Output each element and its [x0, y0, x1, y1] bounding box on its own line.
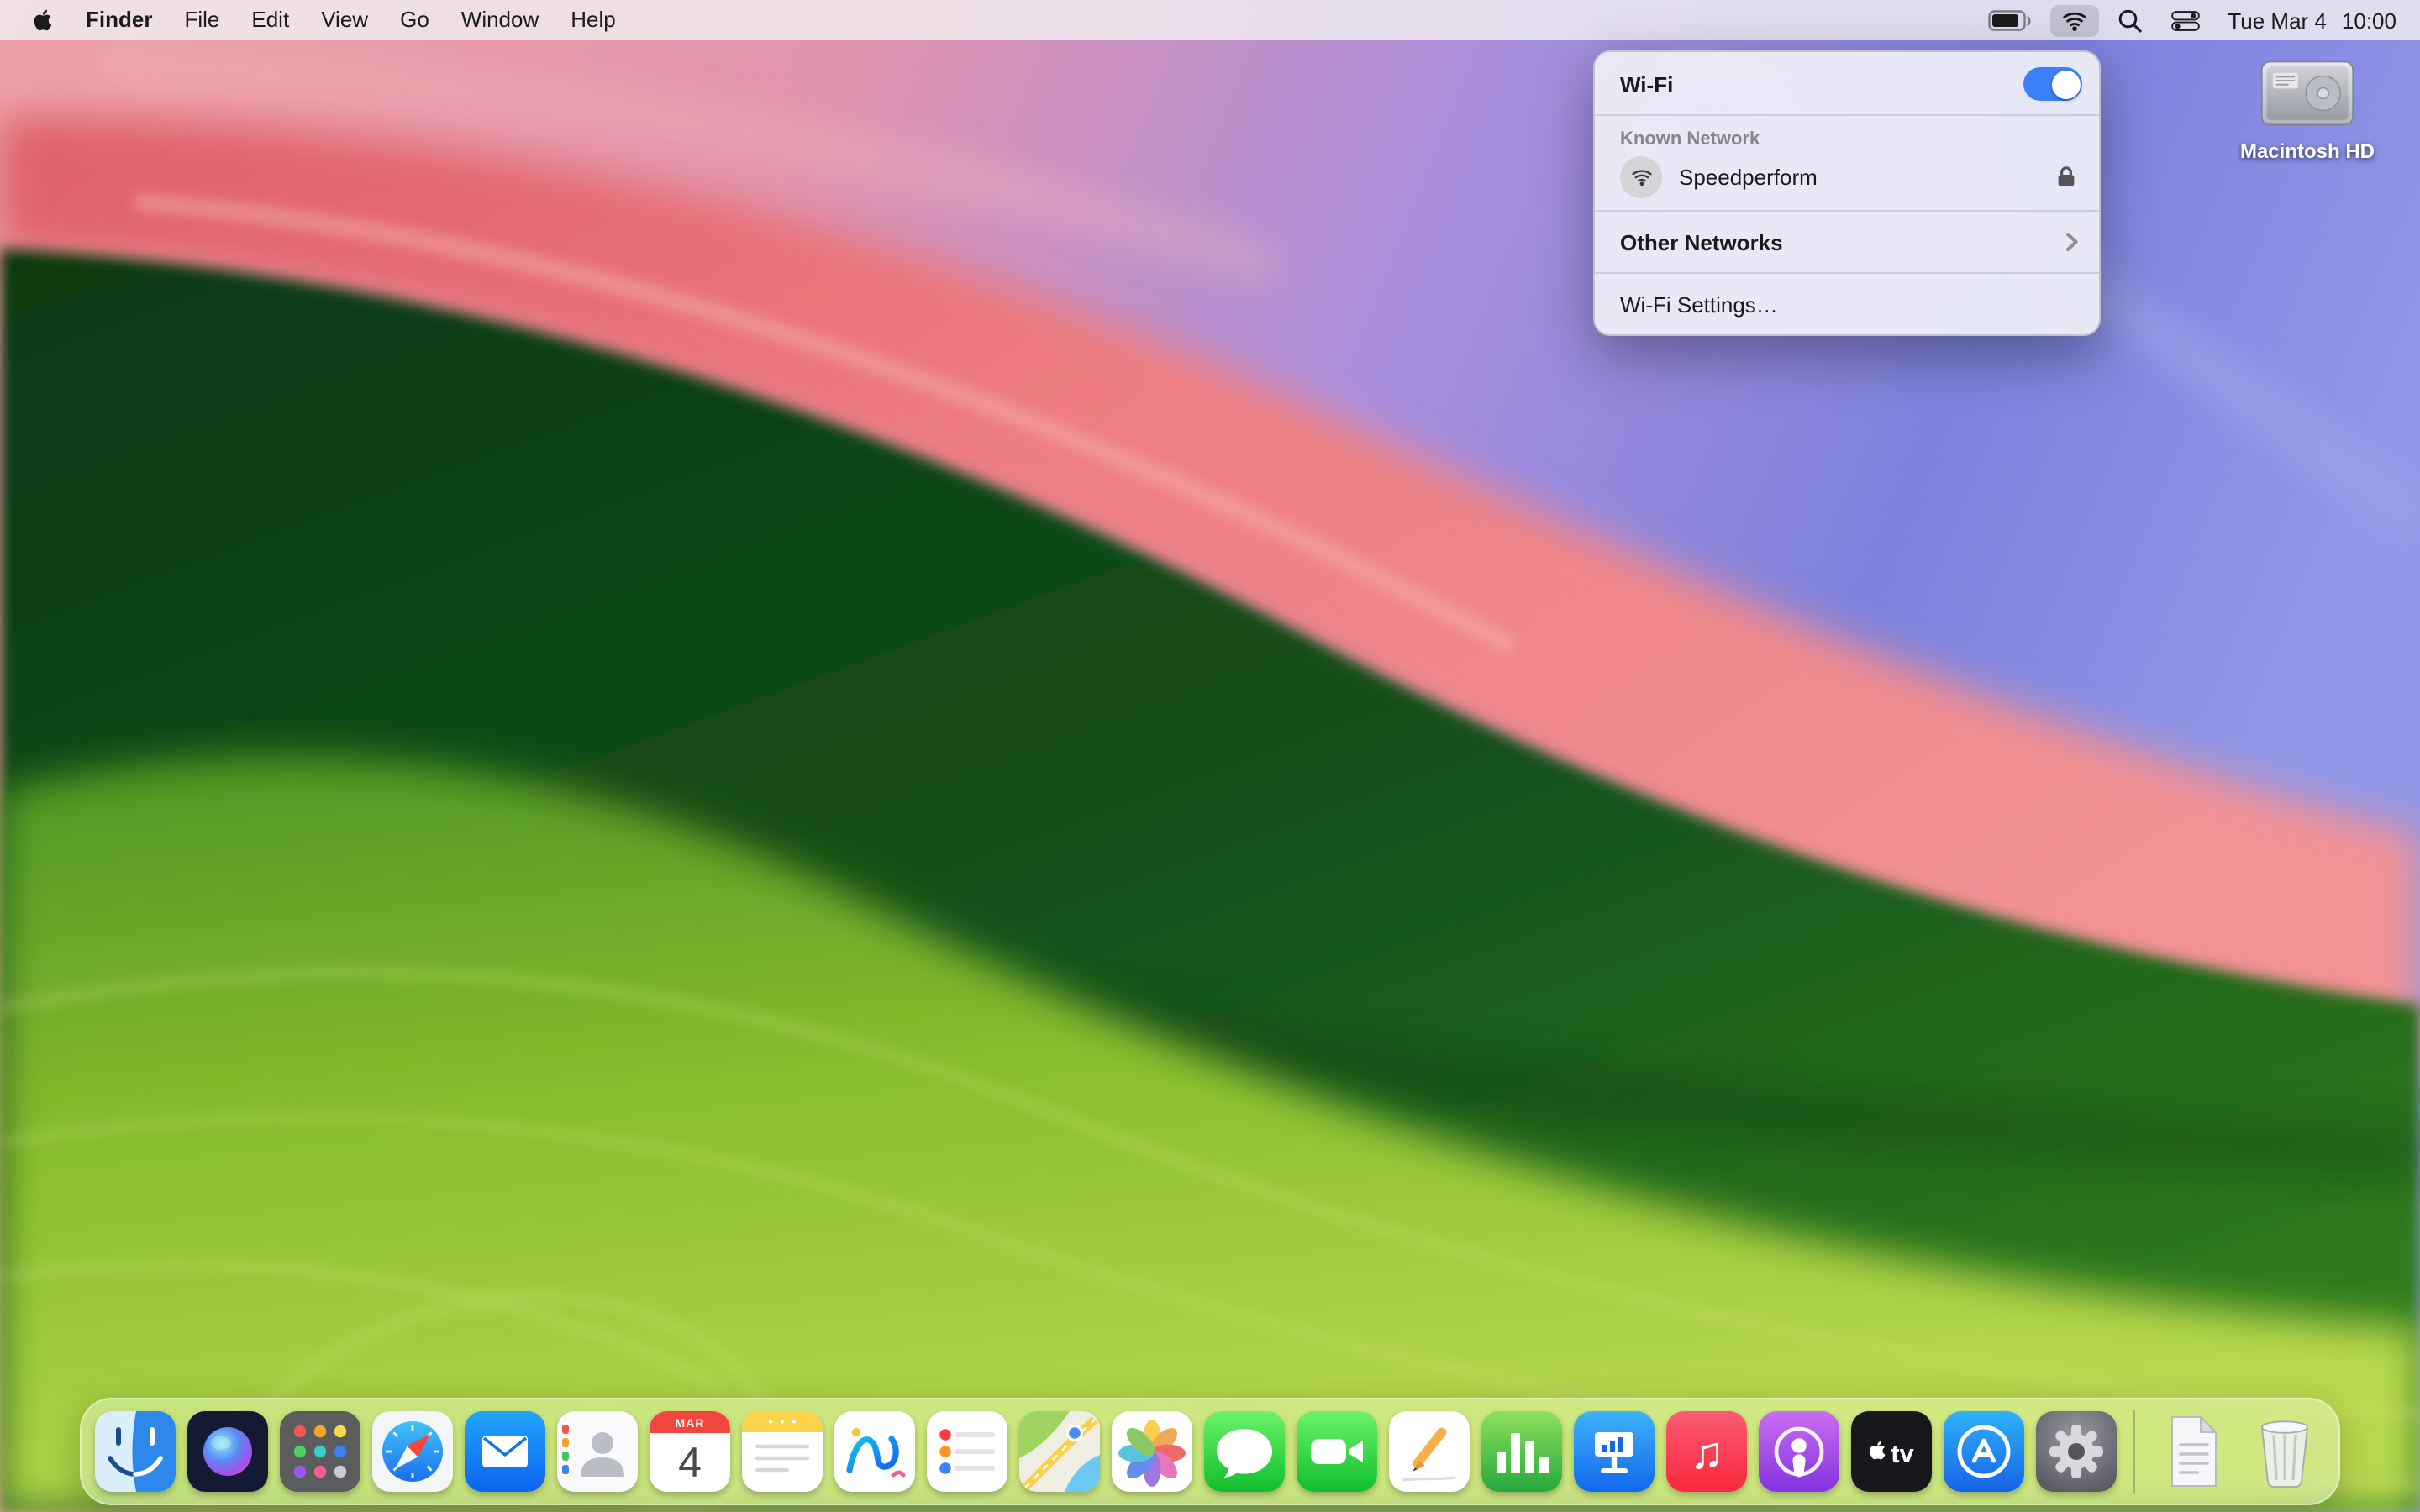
trash-icon — [2244, 1411, 2325, 1492]
launchpad-icon — [280, 1411, 360, 1492]
menu-item-go[interactable]: Go — [400, 0, 429, 40]
wifi-toggle-knob — [2051, 70, 2080, 98]
notes-icon — [742, 1411, 823, 1492]
menu-bar-clock[interactable]: Tue Mar 4 10:00 — [2217, 8, 2396, 33]
dock-item-facetime[interactable] — [1297, 1411, 1377, 1492]
wifi-popover: Wi-Fi Known Network Speedperform Other N… — [1593, 50, 2101, 336]
menu-item-finder[interactable]: Finder — [86, 0, 152, 40]
network-row-speedperform[interactable]: Speedperform — [1595, 153, 2099, 200]
app-store-icon — [1944, 1411, 2024, 1492]
dock-item-system-settings[interactable] — [2036, 1411, 2117, 1492]
dock-item-keynote[interactable] — [1574, 1411, 1655, 1492]
hard-drive-icon — [2260, 55, 2354, 131]
other-networks-row[interactable]: Other Networks — [1595, 222, 2099, 262]
dock-item-podcasts[interactable] — [1759, 1411, 1839, 1492]
desktop-icon-label: Macintosh HD — [2240, 139, 2375, 163]
dock-item-maps[interactable] — [1019, 1411, 1100, 1492]
known-network-header: Known Network — [1595, 126, 2099, 153]
photos-icon — [1112, 1411, 1192, 1492]
dock-item-messages[interactable] — [1204, 1411, 1285, 1492]
safari-icon — [372, 1411, 453, 1492]
contacts-icon — [557, 1411, 638, 1492]
separator — [1595, 210, 2099, 212]
lock-icon — [2057, 165, 2075, 188]
network-name: Speedperform — [1679, 164, 1818, 189]
dock-item-document[interactable] — [2152, 1411, 2233, 1492]
calendar-month: MAR — [676, 1416, 705, 1430]
dock-item-mail[interactable] — [465, 1411, 545, 1492]
menu-item-window[interactable]: Window — [461, 0, 539, 40]
freeform-icon — [834, 1411, 915, 1492]
document-icon — [2152, 1411, 2233, 1492]
dock-item-tv[interactable]: tv — [1851, 1411, 1932, 1492]
keynote-icon — [1574, 1411, 1655, 1492]
tv-label: tv — [1891, 1439, 1914, 1468]
menu-item-edit[interactable]: Edit — [251, 0, 289, 40]
menu-bar: Finder File Edit View Go Window Help — [0, 0, 2420, 40]
calendar-day: 4 — [678, 1439, 702, 1486]
dock-item-photos[interactable] — [1112, 1411, 1192, 1492]
dock-item-siri[interactable] — [187, 1411, 268, 1492]
dock-item-finder[interactable] — [95, 1411, 176, 1492]
wifi-settings-row[interactable]: Wi-Fi Settings… — [1595, 284, 2099, 324]
apple-logo-icon[interactable] — [30, 7, 54, 34]
dock-item-safari[interactable] — [372, 1411, 453, 1492]
music-icon: ♫ — [1666, 1411, 1747, 1492]
dock-item-notes[interactable] — [742, 1411, 823, 1492]
dock-item-launchpad[interactable] — [280, 1411, 360, 1492]
separator — [1595, 272, 2099, 274]
pages-icon — [1389, 1411, 1470, 1492]
dock-item-trash[interactable] — [2244, 1411, 2325, 1492]
maps-icon — [1019, 1411, 1100, 1492]
siri-icon — [187, 1411, 268, 1492]
calendar-icon: MAR 4 — [650, 1411, 730, 1492]
facetime-icon — [1297, 1411, 1377, 1492]
dock-item-freeform[interactable] — [834, 1411, 915, 1492]
control-center-icon[interactable] — [2160, 4, 2209, 36]
menu-item-file[interactable]: File — [184, 0, 219, 40]
clock-time: 10:00 — [2342, 8, 2396, 33]
finder-icon — [95, 1411, 176, 1492]
other-networks-label: Other Networks — [1620, 229, 1783, 255]
reminders-icon — [927, 1411, 1007, 1492]
dock-separator — [2133, 1410, 2135, 1494]
dock-item-contacts[interactable] — [557, 1411, 638, 1492]
search-icon[interactable] — [2107, 3, 2152, 38]
podcasts-icon — [1759, 1411, 1839, 1492]
mail-icon — [465, 1411, 545, 1492]
battery-icon[interactable] — [1977, 4, 2041, 36]
music-note-icon: ♫ — [1690, 1428, 1724, 1478]
dock-item-reminders[interactable] — [927, 1411, 1007, 1492]
wifi-icon[interactable] — [2049, 4, 2098, 36]
numbers-icon — [1481, 1411, 1562, 1492]
wifi-settings-label: Wi-Fi Settings… — [1620, 291, 1778, 317]
menu-item-help[interactable]: Help — [571, 0, 616, 40]
desktop-screen: Finder File Edit View Go Window Help — [0, 0, 2420, 1512]
tv-icon: tv — [1851, 1411, 1932, 1492]
clock-date: Tue Mar 4 — [2228, 8, 2327, 33]
dock-item-pages[interactable] — [1389, 1411, 1470, 1492]
messages-icon — [1204, 1411, 1285, 1492]
dock-item-numbers[interactable] — [1481, 1411, 1562, 1492]
desktop-icon-macintosh-hd[interactable]: Macintosh HD — [2223, 55, 2391, 163]
dock-item-calendar[interactable]: MAR 4 — [650, 1411, 730, 1492]
separator — [1595, 114, 2099, 116]
gear-icon — [2036, 1411, 2117, 1492]
chevron-right-icon — [2065, 232, 2079, 252]
wifi-toggle[interactable] — [2023, 67, 2082, 101]
wifi-network-icon — [1620, 155, 1662, 197]
dock-item-app-store[interactable] — [1944, 1411, 2024, 1492]
wifi-popover-title: Wi-Fi — [1620, 71, 1673, 97]
menu-item-view[interactable]: View — [321, 0, 368, 40]
dock: MAR 4 — [80, 1398, 2340, 1505]
dock-item-music[interactable]: ♫ — [1666, 1411, 1747, 1492]
